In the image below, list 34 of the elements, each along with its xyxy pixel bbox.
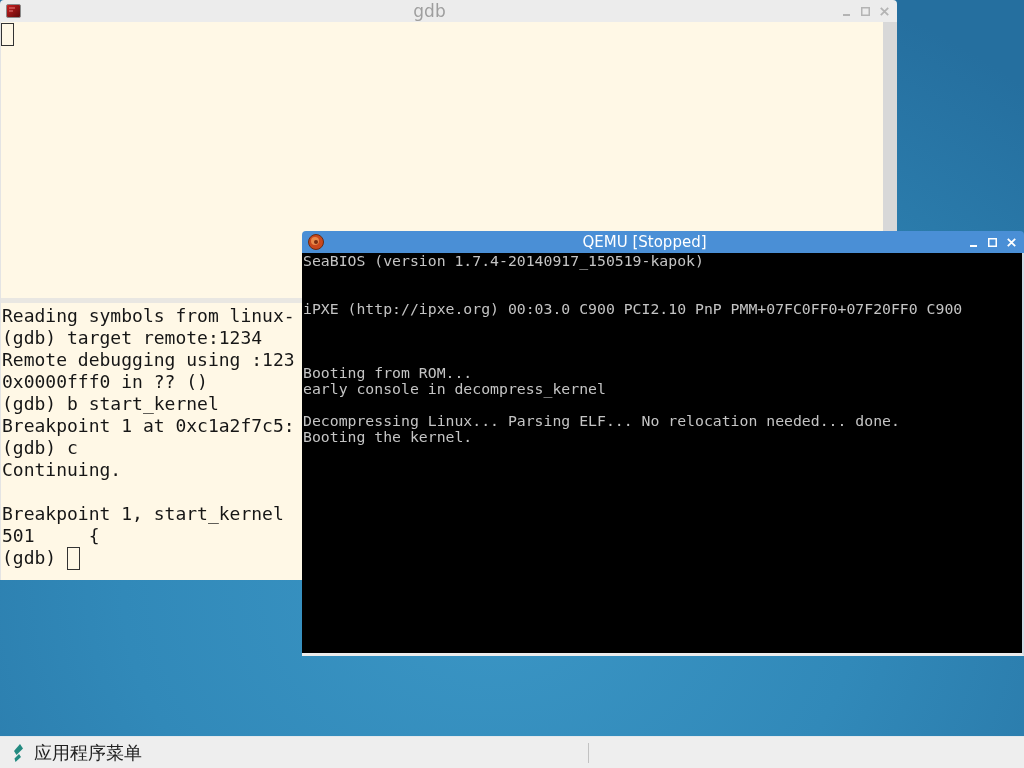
screen-line: iPXE (http://ipxe.org) 00:03.0 C900 PCI2.10 PnP PMM+07FC0FF0+07F20FF0 C900 bbox=[303, 301, 963, 317]
orb-icon bbox=[308, 234, 324, 250]
title-bar[interactable]: gdb bbox=[0, 0, 897, 22]
window-title: gdb bbox=[412, 1, 447, 21]
terminal-line: Continuing. bbox=[2, 459, 122, 481]
app-icon bbox=[6, 4, 21, 18]
terminal-line: 0x0000fff0 in ?? () bbox=[2, 371, 208, 393]
close-icon bbox=[879, 6, 889, 16]
minimize-icon bbox=[969, 245, 977, 247]
terminal-line: Breakpoint 1, start_kernel bbox=[2, 503, 284, 525]
close-icon bbox=[1006, 237, 1016, 247]
leaf-icon bbox=[12, 743, 24, 762]
application-menu-button[interactable]: 应用程序菜单 bbox=[0, 737, 150, 768]
minimize-icon bbox=[842, 14, 850, 16]
screen-line: Booting from ROM... bbox=[303, 365, 473, 381]
screen-line: SeaBIOS (version 1.7.4-20140917_150519-kapok) bbox=[303, 253, 704, 269]
title-bar[interactable]: QEMU [Stopped] bbox=[302, 231, 1024, 253]
terminal-line: (gdb) bbox=[2, 547, 57, 569]
maximize-icon bbox=[860, 6, 870, 16]
terminal-line: (gdb) c bbox=[2, 437, 78, 459]
screen-line: early console in decompress_kernel bbox=[303, 381, 606, 397]
terminal-line: (gdb) target remote:1234 bbox=[2, 327, 263, 349]
screen-line: Booting the kernel. bbox=[303, 429, 473, 445]
screen-line: Decompressing Linux... Parsing ELF... No relocation needed... done. bbox=[303, 413, 900, 429]
terminal-line: Reading symbols from linux- bbox=[2, 305, 295, 327]
terminal-line: (gdb) b start_kernel bbox=[2, 393, 219, 415]
terminal-line: 501 { bbox=[2, 525, 100, 547]
maximize-icon bbox=[987, 237, 997, 247]
scrollbar[interactable] bbox=[883, 22, 897, 231]
cursor-icon bbox=[67, 547, 80, 570]
window-title: QEMU [Stopped] bbox=[581, 232, 708, 252]
terminal-line: Remote debugging using :123 bbox=[2, 349, 295, 371]
terminal-line: Breakpoint 1 at 0xc1a2f7c5: bbox=[2, 415, 295, 437]
cursor-icon bbox=[1, 23, 14, 46]
